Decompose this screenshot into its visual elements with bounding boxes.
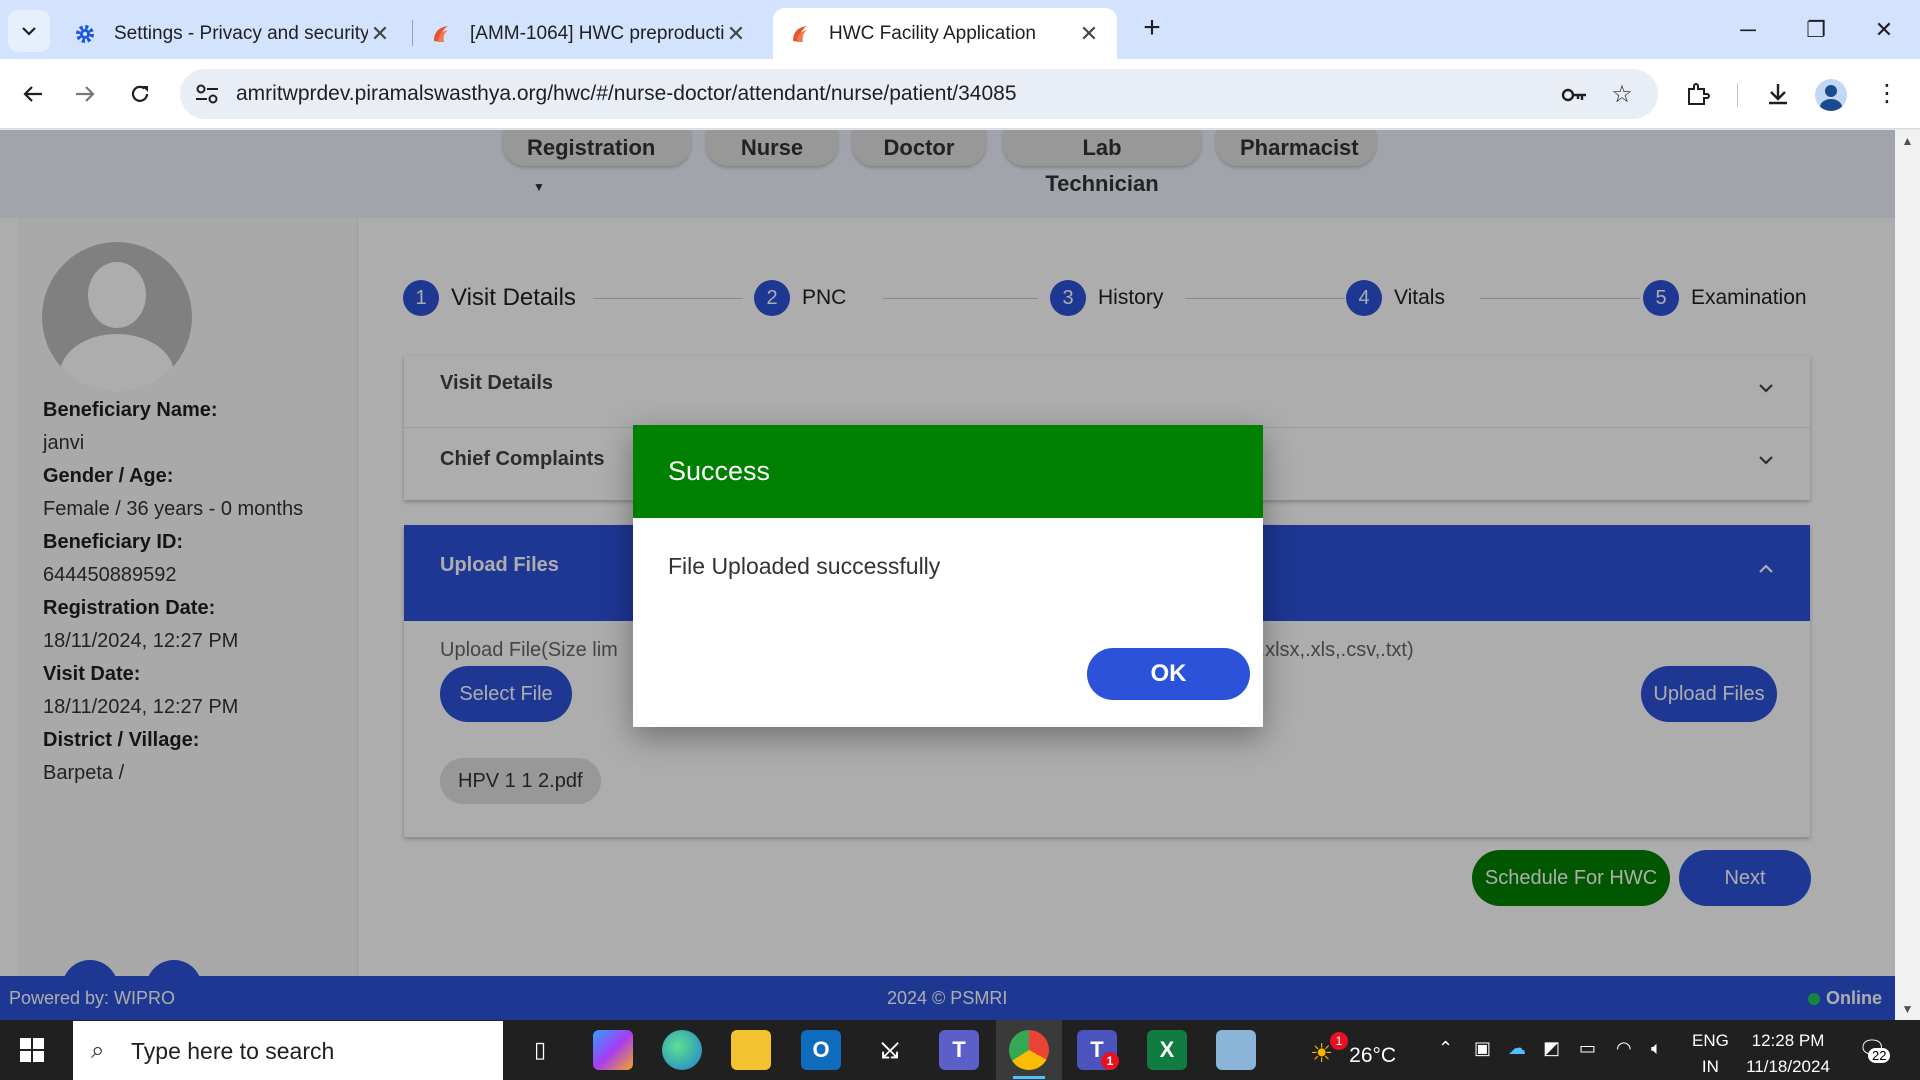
tab-divider [412, 20, 413, 46]
site-settings-icon[interactable] [194, 82, 220, 106]
onedrive-icon[interactable]: ☁ [1508, 1038, 1526, 1059]
volume-icon[interactable]: 🔈︎ [1651, 1038, 1662, 1059]
tab-jira[interactable]: [AMM-1064] HWC preproductio ✕ [414, 8, 764, 59]
task-view-icon[interactable]: ▯ [520, 1030, 560, 1070]
app-logo-icon [789, 23, 811, 45]
browser-toolbar: amritwprdev.piramalswasthya.org/hwc/#/nu… [0, 59, 1920, 129]
close-icon[interactable]: ✕ [368, 21, 392, 47]
teams-work-icon[interactable]: T1 [1077, 1030, 1119, 1070]
dialog-message: File Uploaded successfully [668, 553, 941, 579]
notepad-icon[interactable] [1216, 1030, 1256, 1070]
battery-icon[interactable]: ▭ [1579, 1038, 1596, 1059]
taskbar-search-placeholder: Type here to search [131, 1038, 335, 1064]
reload-button[interactable] [119, 73, 161, 115]
notification-center-icon[interactable]: 🗨︎ 22 [1858, 1036, 1891, 1063]
temperature: 26°C [1349, 1044, 1397, 1067]
success-dialog: Success File Uploaded successfully OK [633, 425, 1263, 727]
reload-icon [131, 85, 149, 102]
close-icon[interactable]: ✕ [1077, 21, 1101, 47]
show-hidden-icons-icon[interactable]: ⌃ [1438, 1038, 1453, 1059]
tab-label: [AMM-1064] HWC preproductio [470, 22, 724, 44]
weather-badge: 1 [1330, 1032, 1348, 1050]
arrow-right-icon [76, 86, 95, 102]
kebab-menu-icon[interactable]: ⋮ [1867, 74, 1907, 114]
meet-icon[interactable]: ▣ [1474, 1038, 1491, 1059]
url-text[interactable]: amritwprdev.piramalswasthya.org/hwc/#/nu… [236, 82, 1017, 106]
outlook-icon[interactable]: O [801, 1030, 841, 1070]
excel-icon[interactable]: X [1147, 1030, 1187, 1070]
file-explorer-icon[interactable] [731, 1030, 771, 1070]
language-indicator[interactable]: ENG IN [1692, 1028, 1729, 1080]
scroll-up-arrow-icon[interactable]: ▲ [1895, 134, 1920, 148]
windows-taskbar: ⌕ Type here to search ▯ O ⤩ T T1 X ☀ 1 2… [0, 1020, 1920, 1080]
clock-time: 12:28 PM [1751, 1031, 1825, 1050]
edge-browser-icon[interactable] [662, 1030, 702, 1070]
copilot-icon[interactable] [593, 1030, 633, 1070]
new-tab-button[interactable]: + [1135, 12, 1169, 46]
password-key-icon[interactable] [1560, 81, 1588, 109]
close-icon[interactable]: ✕ [724, 21, 748, 47]
download-icon[interactable] [1758, 74, 1798, 114]
lang-code: ENG [1692, 1031, 1729, 1050]
page-scrollbar[interactable]: ▲ ▼ [1895, 130, 1920, 1020]
dialog-title: Success [633, 425, 1263, 518]
clock-date: 11/18/2024 [1746, 1057, 1830, 1076]
address-bar[interactable]: amritwprdev.piramalswasthya.org/hwc/#/nu… [180, 69, 1658, 119]
teams-icon[interactable]: T [939, 1030, 979, 1070]
search-icon: ⌕ [91, 1037, 105, 1064]
bookmark-star-icon[interactable]: ☆ [1608, 81, 1636, 109]
back-button[interactable] [12, 73, 54, 115]
system-clock[interactable]: 12:28 PM 11/18/2024 [1740, 1028, 1836, 1080]
lang-region: IN [1701, 1057, 1719, 1076]
chrome-icon[interactable] [1009, 1030, 1049, 1079]
jira-icon [430, 23, 452, 45]
close-window-button[interactable]: ✕ [1850, 8, 1918, 52]
windows-start-icon[interactable] [20, 1038, 44, 1062]
notification-count: 22 [1868, 1048, 1891, 1063]
tab-label: HWC Facility Application [829, 22, 1036, 44]
browser-tab-strip: Settings - Privacy and security ✕ [AMM-1… [0, 0, 1920, 59]
tab-hwc-facility[interactable]: HWC Facility Application ✕ [773, 8, 1117, 59]
extensions-icon[interactable] [1678, 74, 1718, 114]
app-arrows-icon[interactable]: ⤩ [870, 1030, 910, 1070]
security-icon[interactable]: ◩ [1543, 1038, 1560, 1059]
toolbar-divider [1737, 83, 1738, 107]
tab-search-button[interactable] [8, 10, 50, 52]
ok-button[interactable]: OK [1087, 648, 1250, 700]
teams-badge: 1 [1101, 1052, 1119, 1070]
arrow-left-icon [23, 86, 42, 102]
taskbar-search[interactable]: ⌕ Type here to search [73, 1021, 503, 1080]
gear-icon [74, 23, 96, 45]
scroll-down-arrow-icon[interactable]: ▼ [1895, 1002, 1920, 1016]
minimize-button[interactable]: ─ [1714, 8, 1782, 52]
weather-widget[interactable]: ☀ 1 26°C [1310, 1032, 1397, 1069]
chevron-down-icon [22, 27, 36, 36]
tab-settings[interactable]: Settings - Privacy and security ✕ [58, 8, 408, 59]
tab-label: Settings - Privacy and security [114, 22, 368, 44]
profile-avatar[interactable] [1815, 79, 1847, 111]
forward-button[interactable] [64, 73, 106, 115]
restore-button[interactable]: ❐ [1782, 8, 1850, 52]
wifi-icon[interactable]: ◠ [1616, 1038, 1632, 1059]
